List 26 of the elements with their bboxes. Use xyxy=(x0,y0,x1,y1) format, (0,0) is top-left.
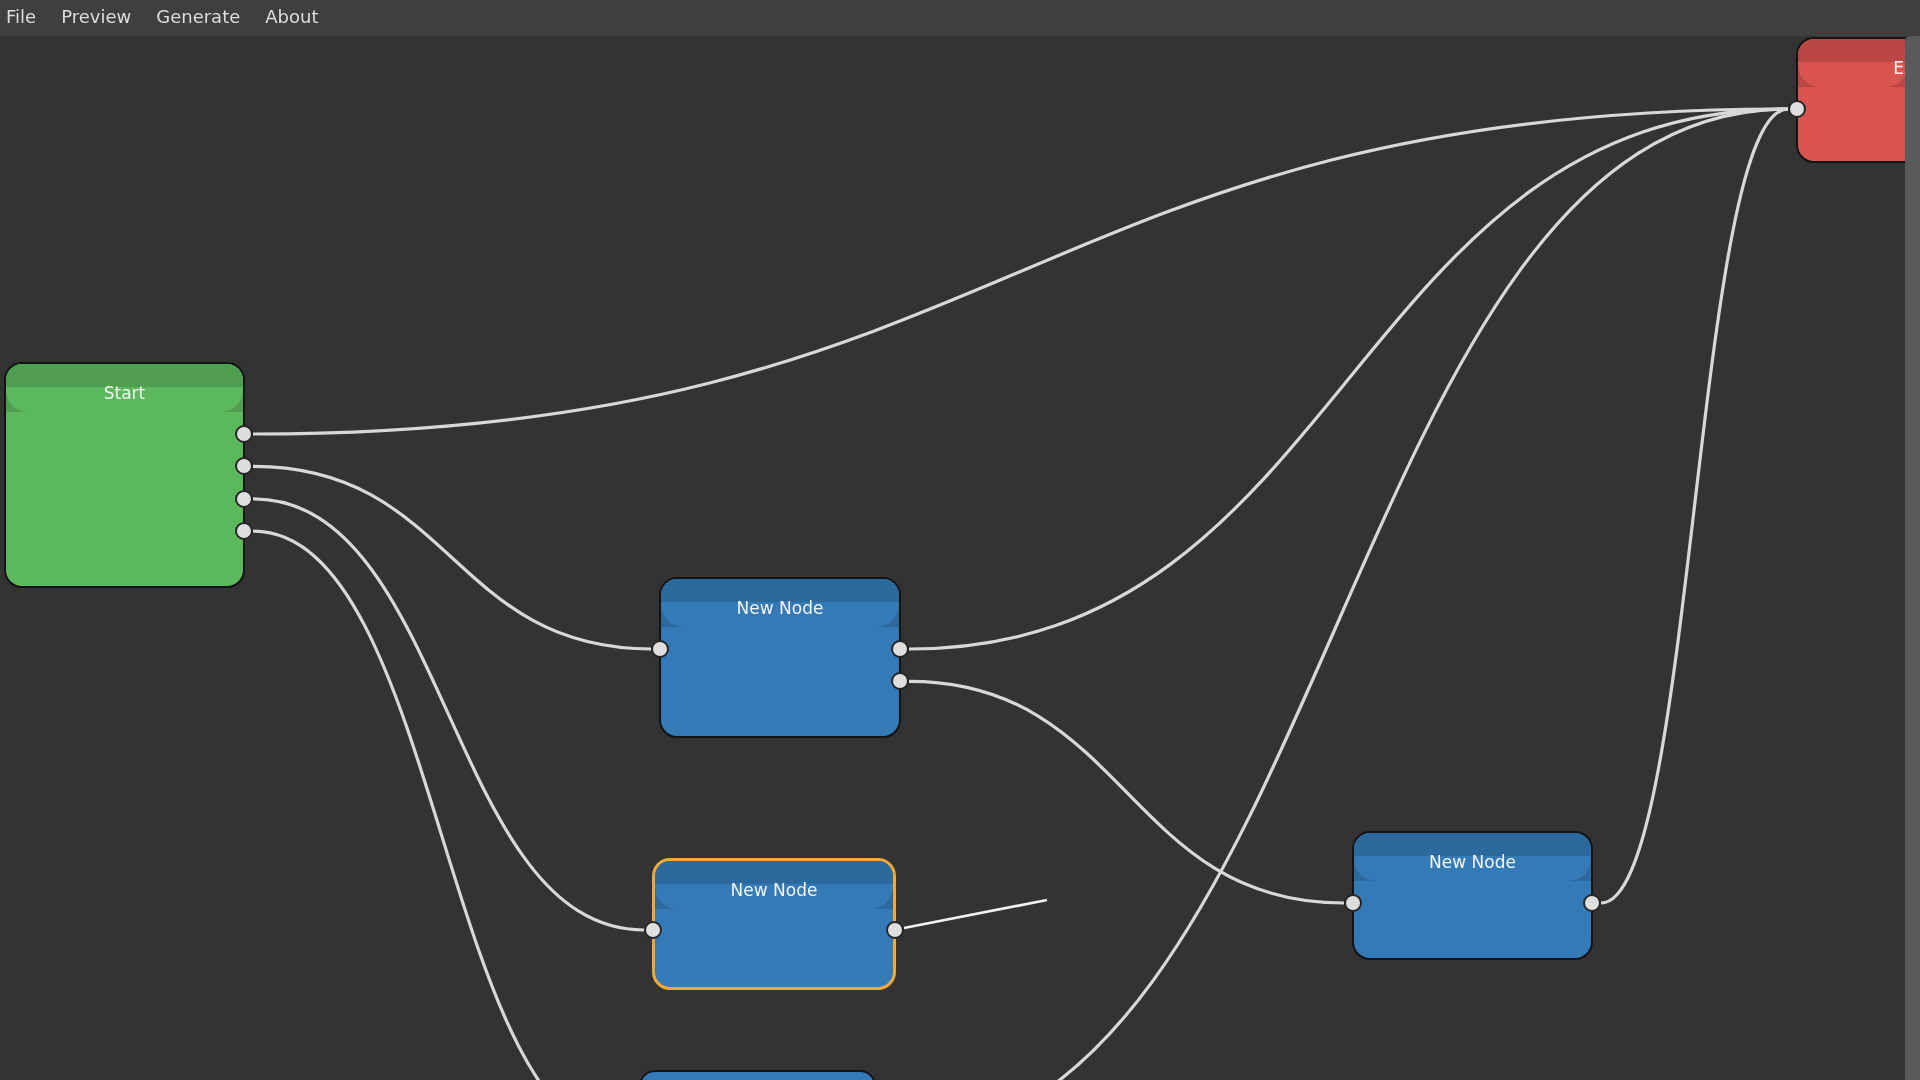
node-title: Start xyxy=(103,382,146,404)
node-card[interactable]: E xyxy=(1796,37,1905,163)
node-card[interactable]: New Node xyxy=(652,858,896,990)
port-icon[interactable] xyxy=(644,921,662,939)
port-icon[interactable] xyxy=(235,522,253,541)
menu-item[interactable]: Generate xyxy=(156,5,241,28)
port-icon[interactable] xyxy=(1583,894,1601,912)
node-title: New Node xyxy=(730,879,818,901)
menu-item[interactable]: File xyxy=(6,5,37,28)
node-card[interactable]: New Node xyxy=(659,577,901,738)
node-card[interactable]: New Node xyxy=(1352,831,1593,960)
port-icon[interactable] xyxy=(235,425,253,443)
node-title: New Node xyxy=(736,597,824,619)
port-icon[interactable] xyxy=(651,640,669,658)
port-icon[interactable] xyxy=(1788,100,1806,118)
node-title: New Node xyxy=(1429,851,1516,873)
port-icon[interactable] xyxy=(891,672,909,691)
scrollbar[interactable] xyxy=(1905,36,1920,1080)
menu-item[interactable]: Preview xyxy=(61,5,132,28)
port-icon[interactable] xyxy=(1344,894,1362,912)
node-title: E xyxy=(1893,57,1904,79)
menu-item[interactable]: About xyxy=(265,5,319,28)
node-card[interactable]: Start xyxy=(4,362,245,588)
port-icon[interactable] xyxy=(886,921,904,939)
port-icon[interactable] xyxy=(235,457,253,476)
port-icon[interactable] xyxy=(891,640,909,658)
